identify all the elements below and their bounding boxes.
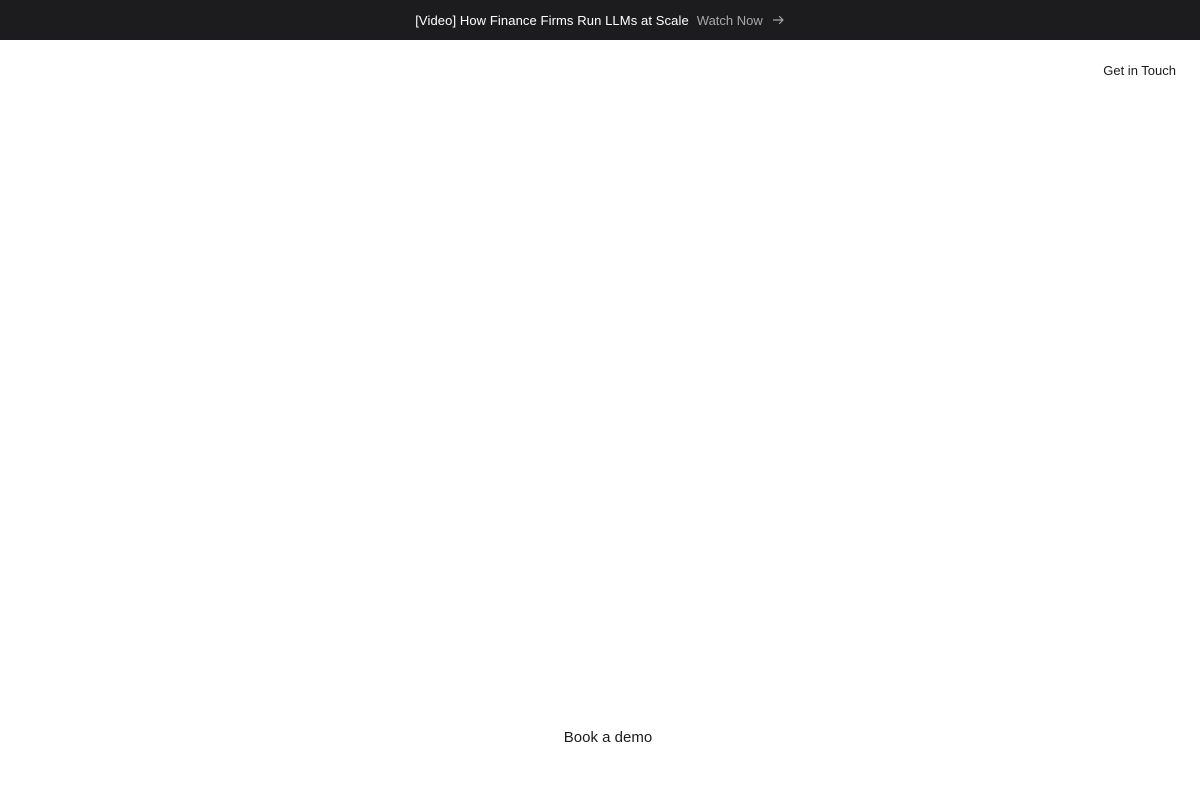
site-header: Get in Touch <box>0 40 1200 100</box>
watch-now-link[interactable]: Watch Now <box>697 13 785 28</box>
hero-section <box>0 100 1200 700</box>
arrow-right-icon <box>772 15 784 25</box>
get-in-touch-button[interactable]: Get in Touch <box>1103 63 1176 78</box>
watch-now-label: Watch Now <box>696 12 763 28</box>
book-demo-container: Book a demo <box>0 729 1200 747</box>
book-demo-button[interactable]: Book a demo <box>564 729 652 746</box>
announcement-text: [Video] How Finance Firms Run LLMs at Sc… <box>415 12 689 28</box>
announcement-bar: [Video] How Finance Firms Run LLMs at Sc… <box>0 0 1200 40</box>
